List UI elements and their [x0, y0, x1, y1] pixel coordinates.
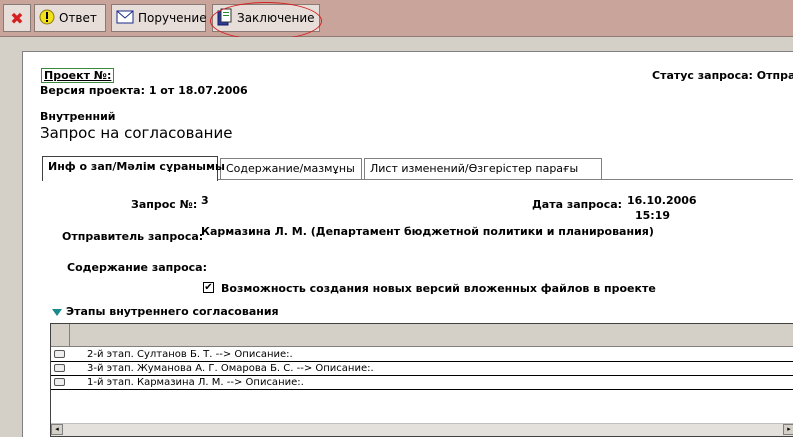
scroll-left-icon[interactable]: ◂: [51, 424, 63, 435]
collapse-triangle-icon[interactable]: [52, 309, 62, 316]
task-label: Поручение: [138, 11, 207, 25]
table-row[interactable]: 3-й этап. Жуманова А. Г. Омарова Б. С. -…: [51, 362, 793, 376]
new-versions-checkbox-label: Возможность создания новых версий вложен…: [221, 282, 656, 295]
toolbar: ✖ Ответ Поручение Заключение: [0, 0, 793, 40]
request-status: Статус запроса: Отправл: [652, 69, 793, 82]
horizontal-scrollbar[interactable]: ◂ ▸: [51, 423, 793, 436]
request-date-label: Дата запроса:: [532, 198, 623, 211]
request-number-label: Запрос №:: [131, 198, 198, 211]
tab-request-info[interactable]: Инф о зап/Мәлім сұранымы: [42, 156, 225, 181]
table-row[interactable]: 2-й этап. Султанов Б. Т. --> Описание:.: [51, 348, 793, 362]
document-panel: Проект №: Версия проекта: 1 от 18.07.200…: [22, 51, 793, 437]
row-text: 2-й этап. Султанов Б. Т. --> Описание:.: [87, 349, 293, 360]
tab-change-sheet[interactable]: Лист изменений/Өзгерістер парағы: [364, 158, 602, 179]
row-icon: [54, 364, 65, 372]
row-icon: [54, 378, 65, 386]
sender-label: Отправитель запроса:: [62, 230, 204, 243]
close-icon: ✖: [10, 8, 24, 28]
stages-section-title[interactable]: Этапы внутреннего согласования: [66, 305, 279, 318]
request-content-label: Содержание запроса:: [67, 261, 208, 274]
project-version: Версия проекта: 1 от 18.07.2006: [40, 84, 248, 97]
project-number-link[interactable]: Проект №:: [41, 68, 115, 83]
envelope-icon: [116, 10, 134, 27]
tab-content[interactable]: Содержание/мазмұны: [220, 158, 362, 179]
row-text: 1-й этап. Кармазина Л. М. --> Описание:.: [87, 377, 304, 388]
sender-value: Кармазина Л. М. (Департамент бюджетной п…: [201, 225, 654, 238]
request-kind: Внутренний: [40, 110, 116, 123]
page-title: Запрос на согласование: [40, 124, 233, 142]
stages-grid: 2-й этап. Султанов Б. Т. --> Описание:. …: [50, 323, 793, 437]
task-button[interactable]: Поручение: [111, 4, 207, 32]
answer-button[interactable]: Ответ: [34, 4, 106, 32]
request-time-value: 15:19: [635, 209, 671, 222]
row-icon: [54, 350, 65, 358]
document-icon: [217, 8, 233, 29]
grid-header: [51, 324, 793, 347]
close-button[interactable]: ✖: [3, 4, 31, 32]
scroll-right-icon[interactable]: ▸: [783, 424, 793, 435]
left-band: [0, 37, 22, 436]
top-band: [0, 37, 793, 51]
grid-corner: [51, 324, 70, 346]
request-date-value: 16.10.2006: [627, 194, 697, 207]
tab-divider: [218, 179, 793, 180]
answer-label: Ответ: [59, 11, 97, 25]
conclusion-button[interactable]: Заключение: [212, 4, 320, 32]
request-number-value: 3: [201, 194, 209, 207]
row-text: 3-й этап. Жуманова А. Г. Омарова Б. С. -…: [87, 363, 374, 374]
exclamation-icon: [39, 9, 55, 28]
table-row[interactable]: 1-й этап. Кармазина Л. М. --> Описание:.: [51, 376, 793, 390]
conclusion-label: Заключение: [237, 11, 315, 25]
new-versions-checkbox[interactable]: ✔: [203, 282, 214, 293]
